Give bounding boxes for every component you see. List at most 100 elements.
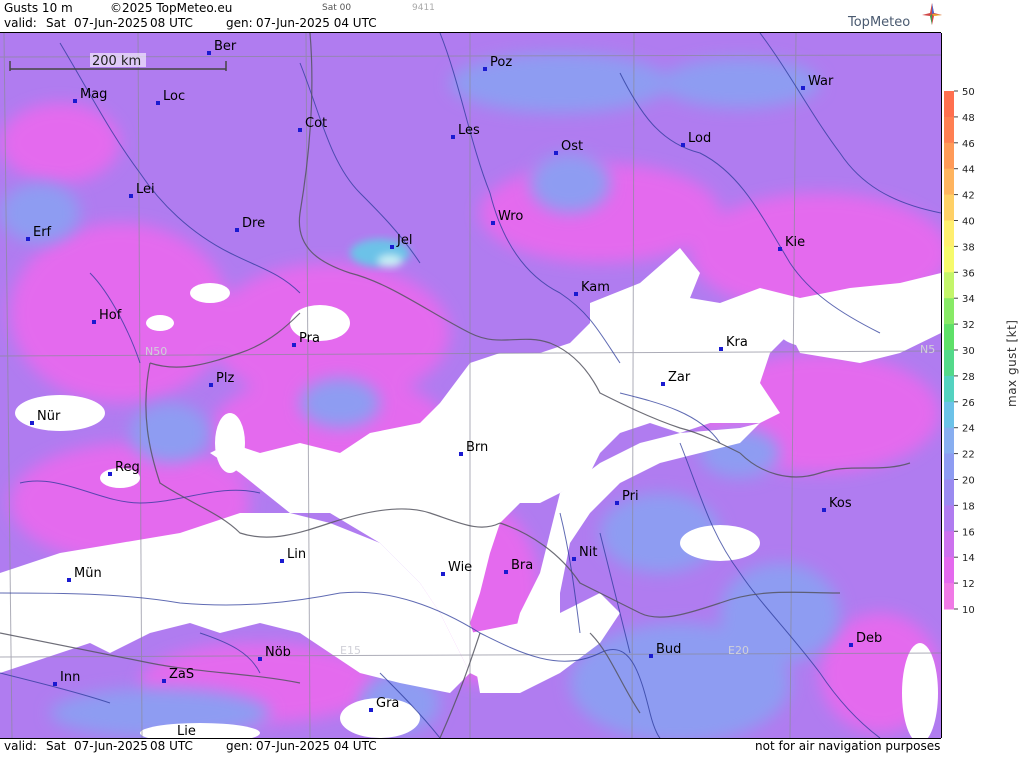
city-label: Nit [579,545,597,560]
map-canvas: 200 km N50 N5 E15 E20 Ber Poz War Mag Loc Cot… [0,33,941,738]
city-label: Lei [136,182,155,197]
city-dot [53,682,57,686]
legend-color-step [944,427,954,455]
city-label: Loc [163,89,185,104]
city-dot [572,557,576,561]
city-label: Bra [511,558,533,573]
legend-tick-label: 40 [962,217,975,228]
legend-color-step [944,557,954,584]
city-label: Erf [33,225,52,240]
legend-tick-label: 50 [962,87,975,98]
city-label: Zar [668,370,691,385]
legend-tick-label: 30 [962,346,975,357]
legend-tick-label: 28 [962,372,975,383]
footer-valid-date: 07-Jun-2025 [74,739,148,753]
city-dot [504,570,508,574]
sat-label: Sat 00 [322,3,352,13]
city-label: ZaS [169,667,194,682]
city-dot [280,559,284,563]
footer-valid-label: valid: [4,739,37,753]
city-dot [258,657,262,661]
city-dot [369,708,373,712]
city-dot [207,51,211,55]
legend-tick-label: 18 [962,501,975,512]
gust-map[interactable]: 200 km N50 N5 E15 E20 Ber Poz War Mag Loc Cot… [0,33,942,738]
legend-tick-label: 32 [962,320,975,331]
legend-tick-label: 44 [962,165,975,176]
legend-color-step [944,142,954,170]
city-label: Cot [305,116,327,131]
valid-day: Sat [46,16,66,30]
legend-color-step [944,91,954,118]
city-dot [719,347,723,351]
legend-tick-label: 26 [962,398,975,409]
city-label: Les [458,123,480,138]
city-label: Lod [688,131,711,146]
legend-color-step [944,479,954,506]
city-dot [235,228,239,232]
city-dot [649,654,653,658]
map-title: Gusts 10 m [4,1,73,15]
city-label: Mün [74,566,102,581]
legend-tick-label: 42 [962,191,975,202]
city-dot [298,128,302,132]
legend-tick-labels: 50 48 46 44 42 40 38 36 34 32 30 28 26 24 22 20 18 16 14 12… [954,87,975,616]
city-dot [778,247,782,251]
city-dot [292,343,296,347]
legend-color-step [944,116,954,144]
city-dot [451,135,455,139]
city-label: Deb [856,631,882,646]
legend-color-step [944,350,954,377]
legend-color-step [944,168,954,196]
grid-label-e20: E20 [728,644,749,657]
gen-date: 07-Jun-2025 04 UTC [256,16,377,30]
scale-bar-label: 200 km [92,54,141,69]
city-dot [661,382,665,386]
city-dot [92,320,96,324]
legend-tick-label: 22 [962,450,975,461]
footer-gen-label: gen: [226,739,253,753]
legend-color-step [944,531,954,558]
city-label: Bud [656,642,681,657]
city-dot [129,194,133,198]
legend-tick-label: 16 [962,527,975,538]
city-label: Mag [80,87,107,102]
legend-color-step [944,272,954,299]
city-dot [209,383,213,387]
valid-label: valid: [4,16,37,30]
city-dot [73,99,77,103]
city-label: Plz [216,371,234,386]
city-dot [849,643,853,647]
city-label: Nür [37,409,61,424]
city-dot [30,421,34,425]
city-dot [441,572,445,576]
legend-tick-label: 24 [962,424,975,435]
city-dot [162,679,166,683]
city-label: Poz [490,55,512,70]
city-label: Gra [376,696,399,711]
footer-gen-date: 07-Jun-2025 04 UTC [256,739,377,753]
legend-color-step [944,375,954,403]
city-label: Kie [785,235,805,250]
city-label: Nöb [265,645,291,660]
legend-tick-label: 36 [962,268,975,279]
legend-tick-label: 12 [962,579,975,590]
city-dot [483,67,487,71]
city-label: Reg [115,460,140,475]
legend-tick-label: 34 [962,294,975,305]
city-label: Ost [561,139,583,154]
city-label: Kos [829,496,852,511]
legend-title: max gust [kt] [1005,320,1019,407]
footer-valid-day: Sat [46,739,66,753]
topmeteo-logo[interactable]: TopMeteo [848,3,942,31]
legend-tick-label: 46 [962,139,975,150]
gen-label: gen: [226,16,253,30]
city-label: War [808,74,834,89]
grid-label-n5-right: N5 [920,343,935,356]
city-dot [156,101,160,105]
legend-tick-label: 38 [962,242,975,253]
city-label: Kra [726,335,748,350]
valid-date: 07-Jun-2025 [74,16,148,30]
city-dot [801,86,805,90]
city-dot [491,221,495,225]
